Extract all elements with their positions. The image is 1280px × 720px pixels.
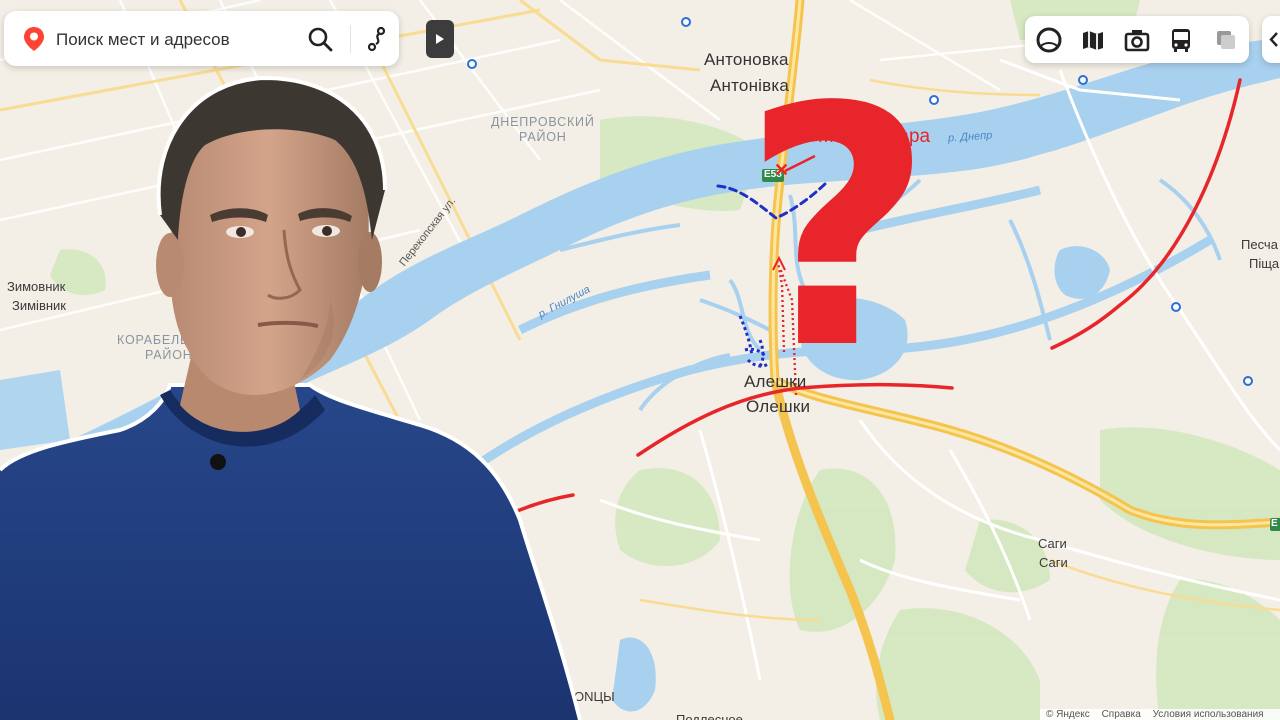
place-label: Подлесное [676,712,743,720]
map-copyright: © Яндекс Справка Условия использования [1040,709,1280,720]
town-label[interactable]: Піща [1249,256,1279,271]
map-layers-icon[interactable] [1077,24,1109,56]
route-icon[interactable] [362,24,392,54]
search-bar[interactable] [4,11,399,68]
camera-icon[interactable] [1121,24,1153,56]
map-view[interactable]: Антоновка Антонівка Алешки Олешки Саги С… [0,0,1280,720]
chevron-left-icon [1269,32,1278,47]
copyright-text[interactable]: © Яндекс [1046,709,1090,720]
layers-toolbar [1025,16,1249,63]
collapse-button[interactable] [1262,16,1280,63]
bus-icon[interactable] [1165,24,1197,56]
question-mark: ? [742,37,934,421]
play-arrow-icon [436,34,444,44]
panorama-icon[interactable] [1033,24,1065,56]
town-label[interactable]: Саги [1039,555,1068,570]
search-input[interactable] [54,11,298,68]
layers-stack-icon[interactable] [1209,24,1241,56]
road-badge: E [1271,518,1278,529]
search-icon[interactable] [305,24,335,54]
town-label[interactable]: Саги [1038,536,1067,551]
town-label[interactable]: Песча [1241,237,1278,252]
help-link[interactable]: Справка [1102,709,1141,720]
person-photo [0,75,582,720]
terms-link[interactable]: Условия использования [1153,709,1264,720]
divider [350,25,351,53]
location-pin-icon [24,27,44,51]
panel-toggle-button[interactable] [426,20,454,58]
